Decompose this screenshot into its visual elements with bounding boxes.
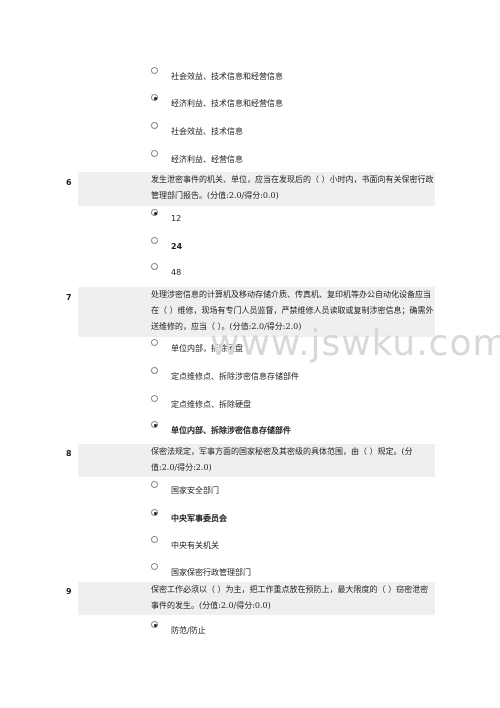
radio-icon[interactable] — [151, 395, 158, 402]
q9-text: 保密工作必须以（ ）为主，把工作重点放在预防上，最大限度的（ ）窃密泄密事件的发… — [151, 585, 429, 610]
radio-icon[interactable] — [151, 536, 158, 543]
q8-option-2-label: 中央军事委员会 — [171, 514, 227, 523]
q7-number: 7 — [66, 293, 72, 302]
radio-checked-icon[interactable] — [151, 209, 158, 216]
q5-option-4-label: 经济利益、经营信息 — [171, 155, 243, 164]
radio-icon[interactable] — [151, 237, 158, 244]
q8-number: 8 — [66, 449, 72, 458]
radio-icon[interactable] — [151, 367, 158, 374]
radio-icon[interactable] — [151, 339, 158, 346]
q6-option-3-label: 48 — [171, 268, 182, 277]
radio-checked-icon[interactable] — [151, 621, 158, 628]
q9-number: 9 — [66, 587, 72, 596]
q5-option-2-label: 经济利益、技术信息和经营信息 — [171, 99, 283, 108]
q5-option-3-label: 社会效益、技术信息 — [171, 127, 243, 136]
radio-icon[interactable] — [151, 563, 158, 570]
radio-checked-icon[interactable] — [151, 421, 158, 428]
q5-option-1-label: 社会效益、技术信息和经营信息 — [171, 72, 283, 81]
radio-icon[interactable] — [151, 122, 158, 129]
radio-icon[interactable] — [151, 263, 158, 270]
radio-checked-icon[interactable] — [151, 94, 158, 101]
radio-checked-icon[interactable] — [151, 509, 158, 516]
q8-option-1-label: 国家安全部门 — [171, 486, 219, 495]
q9-option-1-label: 防范/防止 — [171, 626, 206, 635]
radio-icon[interactable] — [151, 150, 158, 157]
q6-text: 发生泄密事件的机关、单位，应当在发现后的（ ）小时内，书面向有关保密行政管理部门… — [151, 175, 434, 200]
q8-option-4-label: 国家保密行政管理部门 — [171, 568, 251, 577]
watermark: www.jswku.com — [210, 323, 500, 364]
q7-option-4-label: 单位内部、拆除涉密信息存储部件 — [171, 426, 291, 435]
q7-option-3-label: 定点维修点、拆除硬盘 — [171, 400, 251, 409]
radio-icon[interactable] — [151, 481, 158, 488]
q8-option-3-label: 中央有关机关 — [171, 541, 219, 550]
q8-text: 保密法规定，军事方面的国家秘密及其密级的具体范围，由（ ）规定。(分值:2.0/… — [151, 447, 413, 472]
radio-icon[interactable] — [151, 67, 158, 74]
q6-option-2-label: 24 — [171, 242, 183, 251]
q7-option-2-label: 定点维修点、拆除涉密信息存储部件 — [171, 372, 299, 381]
q6-option-1-label: 12 — [171, 214, 182, 223]
q6-number: 6 — [66, 178, 72, 187]
